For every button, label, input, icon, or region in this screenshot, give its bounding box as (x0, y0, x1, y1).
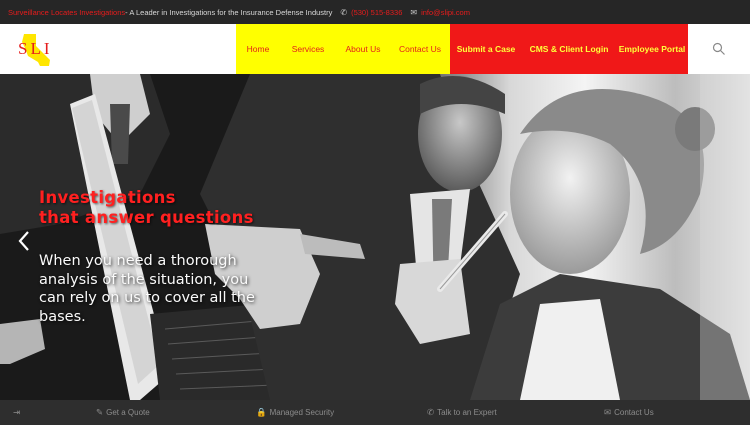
email-link[interactable]: info@slipi.com (421, 8, 470, 17)
chevron-left-icon[interactable] (14, 229, 36, 253)
search-icon[interactable] (712, 42, 726, 56)
nav-home[interactable]: Home (236, 24, 280, 76)
top-info-bar: Surveillance Locates Investigations - A … (0, 0, 750, 24)
hero-image (0, 74, 750, 400)
nav-about-us[interactable]: About Us (336, 24, 390, 74)
nav-employee-portal[interactable]: Employee Portal (616, 24, 688, 74)
logo-text: SLI (18, 39, 53, 58)
talk-to-expert-label: Talk to an Expert (437, 408, 497, 417)
hero-title-line-2: that answer questions (39, 208, 254, 227)
hero-slider: Investigations that answer questions Whe… (0, 74, 750, 400)
nav-cms-client-login[interactable]: CMS & Client Login (522, 24, 616, 74)
hero-title-line-1: Investigations (39, 188, 176, 207)
phone-icon: ✆ (340, 7, 348, 17)
nav-contact-us[interactable]: Contact Us (390, 24, 450, 74)
login-icon: ⇥ (13, 407, 21, 417)
talk-to-expert-button[interactable]: ✆ Talk to an Expert (427, 400, 497, 425)
contact-us-label: Contact Us (614, 408, 654, 417)
mail-icon: ✉ (410, 7, 418, 17)
lock-icon: 🔒 (256, 407, 267, 417)
hero-subtitle: When you need a thorough analysis of the… (39, 253, 255, 325)
managed-security-button[interactable]: 🔒 Managed Security (256, 400, 334, 425)
get-a-quote-button[interactable]: ✎ Get a Quote (96, 400, 150, 425)
contact-us-button[interactable]: ✉ Contact Us (604, 400, 654, 425)
brand-name[interactable]: Surveillance Locates Investigations (8, 8, 125, 17)
site-header: SLI Home Services About Us Contact Us Su… (0, 24, 750, 76)
phone-icon: ✆ (427, 407, 435, 417)
get-a-quote-label: Get a Quote (106, 408, 150, 417)
managed-security-label: Managed Security (269, 408, 335, 417)
tagline: - A Leader in Investigations for the Ins… (125, 7, 333, 17)
phone-link[interactable]: (530) 515-8336 (351, 8, 402, 17)
quote-icon: ✎ (96, 407, 104, 417)
hero-title: Investigations that answer questions (39, 188, 279, 228)
chat-icon: ✉ (604, 407, 612, 417)
login-button[interactable]: ⇥ (13, 400, 23, 425)
bottom-action-bar: ⇥ ✎ Get a Quote 🔒 Managed Security ✆ Tal… (0, 400, 750, 425)
nav-services[interactable]: Services (280, 24, 336, 74)
site-logo[interactable]: SLI (16, 32, 60, 68)
nav-submit-a-case[interactable]: Submit a Case (450, 24, 522, 74)
main-nav: Home Services About Us Contact Us Submit… (236, 24, 688, 76)
